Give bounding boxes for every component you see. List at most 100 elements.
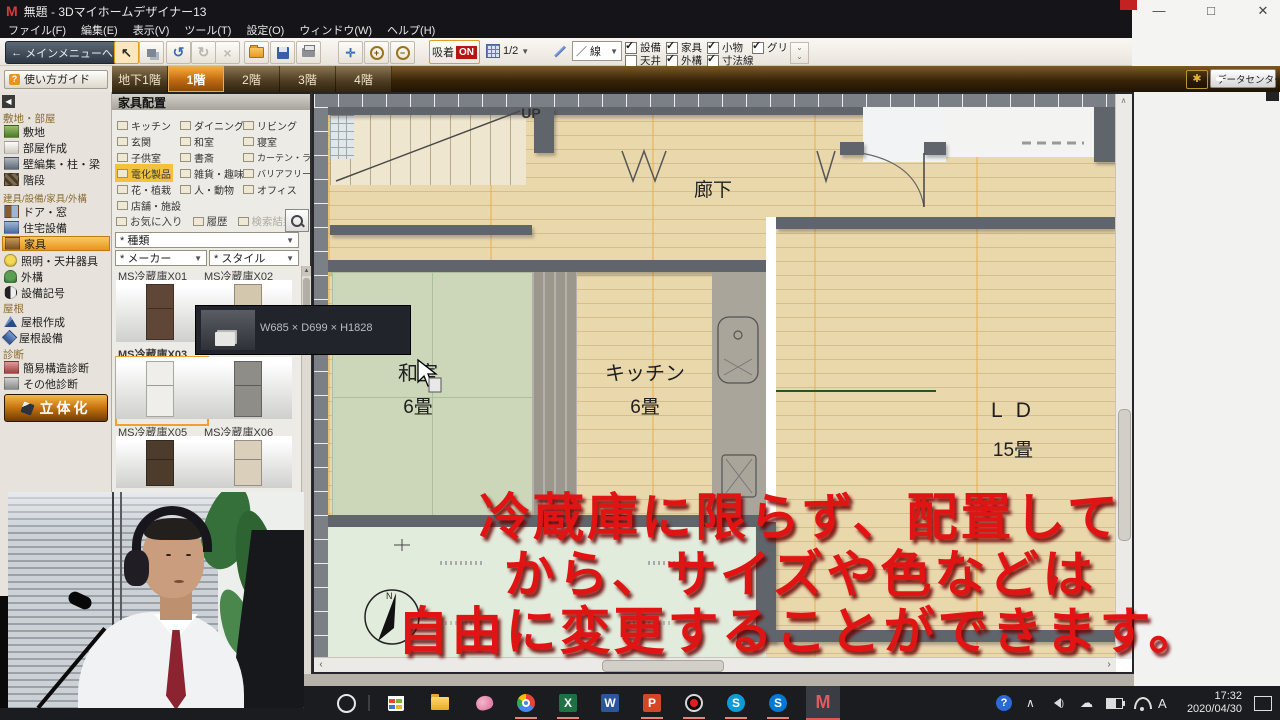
category-office[interactable]: オフィス	[243, 182, 297, 196]
sidebar-item-yane-sakusei[interactable]: 屋根作成	[2, 314, 110, 329]
menu-edit[interactable]: 編集(E)	[81, 22, 118, 38]
line-style-dropdown[interactable]: ／ 線 ▼	[572, 41, 622, 61]
zoom-in-button[interactable]: +	[364, 41, 389, 64]
category-kitchen[interactable]: キッチン	[117, 118, 171, 132]
open-file-button[interactable]	[244, 41, 269, 64]
taskbar-skype-business-button[interactable]: S	[766, 691, 790, 715]
taskbar-myhome-designer-button[interactable]: M	[806, 686, 840, 720]
taskbar-recorder-button[interactable]	[682, 691, 706, 715]
taskbar-store-button[interactable]	[384, 691, 408, 715]
maker-dropdown[interactable]: * メーカー▼	[115, 250, 207, 266]
taskbar-chrome-button[interactable]	[514, 691, 538, 715]
category-curtain[interactable]: カーテン・ラグ	[243, 150, 320, 164]
taskbar-excel-button[interactable]: X	[556, 691, 580, 715]
make-3d-button[interactable]: 立体化	[4, 394, 108, 422]
undo-button[interactable]: ↺	[166, 41, 191, 64]
grid-scale-dropdown[interactable]: 1/2 ▼	[486, 41, 538, 61]
tray-help-button[interactable]: ?	[996, 694, 1012, 712]
menu-tools[interactable]: ツール(T)	[184, 22, 231, 38]
category-shinshitsu[interactable]: 寝室	[243, 134, 277, 148]
floor-plan[interactable]: 廊下 UP 和室 6畳 キッチン 6畳 L D 15畳	[328, 107, 1120, 659]
scroll-left-arrow[interactable]: ‹	[314, 658, 328, 671]
sidebar-item-door-mado[interactable]: ドア・窓	[2, 204, 110, 219]
collapse-sidebar-button[interactable]: ◀	[2, 95, 15, 108]
sidebar-item-shomei[interactable]: 照明・天井器具	[2, 253, 110, 268]
search-button[interactable]	[285, 209, 309, 232]
category-washitsu[interactable]: 和室	[180, 134, 214, 148]
sidebar-item-jutaku-setsubi[interactable]: 住宅設備	[2, 220, 110, 235]
main-menu-button[interactable]: ← メインメニューへ	[5, 41, 119, 64]
wifi-icon[interactable]	[1134, 694, 1152, 712]
canvas-horizontal-scrollbar[interactable]: ‹ ›	[314, 657, 1116, 672]
category-hana[interactable]: 花・植栽	[117, 182, 171, 196]
category-living[interactable]: リビング	[243, 118, 297, 132]
product-thumbnail-x06[interactable]	[204, 436, 292, 488]
print-button[interactable]	[296, 41, 321, 64]
ime-indicator[interactable]: A	[1158, 694, 1167, 712]
category-genkan[interactable]: 玄関	[117, 134, 151, 148]
select-tool-button[interactable]: ↖	[114, 41, 139, 64]
sidebar-item-shikichi[interactable]: 敷地	[2, 124, 110, 139]
taskbar-skype-button[interactable]: S	[724, 691, 748, 715]
snap-toggle-button[interactable]: 吸着 ON	[429, 40, 480, 64]
battery-icon[interactable]	[1106, 694, 1123, 712]
measure-tool-icon[interactable]	[552, 44, 566, 58]
onedrive-icon[interactable]: ☁	[1080, 694, 1093, 712]
product-thumbnail-x03[interactable]	[116, 357, 204, 419]
sidebar-item-sonota-shindan[interactable]: その他診断	[2, 376, 110, 391]
kind-dropdown[interactable]: * 種類▼	[115, 232, 299, 248]
sidebar-item-kagu[interactable]: 家具	[2, 236, 110, 251]
sidebar-item-yane-setsubi[interactable]: 屋根設備	[2, 330, 110, 345]
toolbar-more-button[interactable]: ⌄⌄	[790, 42, 809, 64]
delete-button[interactable]: ×	[215, 41, 240, 64]
multi-select-button[interactable]	[139, 41, 164, 64]
sidebar-item-gaikou[interactable]: 外構	[2, 269, 110, 284]
taskbar-cortana-button[interactable]	[334, 691, 358, 715]
scrollbar-thumb[interactable]	[602, 660, 724, 672]
category-shosai[interactable]: 書斎	[180, 150, 214, 164]
save-button[interactable]	[270, 41, 295, 64]
category-zakka[interactable]: 雑貨・趣味	[180, 166, 244, 180]
taskbar-word-button[interactable]: W	[598, 691, 622, 715]
scroll-up-arrow[interactable]: ▲	[302, 266, 311, 276]
sidebar-item-kouzou-shindan[interactable]: 簡易構造診断	[2, 360, 110, 375]
menu-file[interactable]: ファイル(F)	[8, 22, 66, 38]
taskbar-clock[interactable]: 17:32 2020/04/30	[1187, 690, 1242, 716]
style-dropdown[interactable]: * スタイル▼	[209, 250, 299, 266]
menu-view[interactable]: 表示(V)	[133, 22, 170, 38]
taskbar-paint3d-button[interactable]	[472, 691, 496, 715]
sidebar-item-setsubi-kigou[interactable]: 設備記号	[2, 285, 110, 300]
sidebar-item-heya-sakusei[interactable]: 部屋作成	[2, 140, 110, 155]
category-denka-selected[interactable]: 電化製品	[117, 166, 171, 180]
filter-history[interactable]: 履歴	[193, 214, 228, 229]
menu-settings[interactable]: 設定(O)	[246, 22, 284, 38]
category-hito[interactable]: 人・動物	[180, 182, 234, 196]
tab-floor2[interactable]: 2階	[224, 66, 280, 92]
taskbar-explorer-button[interactable]	[428, 691, 452, 715]
category-barrierfree[interactable]: バリアフリー	[243, 166, 311, 180]
gear-icon[interactable]: ✱	[1186, 70, 1208, 89]
fit-view-button[interactable]: ✛	[338, 41, 363, 64]
scroll-right-arrow[interactable]: ›	[1102, 658, 1116, 671]
category-tenpo[interactable]: 店舗・施設	[117, 198, 181, 212]
maximize-button[interactable]: □	[1192, 2, 1230, 20]
filter-favorites[interactable]: お気に入り	[116, 214, 183, 229]
sidebar-item-kaidan[interactable]: 階段	[2, 172, 110, 187]
product-thumbnail-x05[interactable]	[116, 436, 204, 488]
sidebar-item-kabe-hashira[interactable]: 壁編集・柱・梁	[2, 156, 110, 171]
data-center-button[interactable]: データセンター	[1210, 69, 1276, 88]
category-dining[interactable]: ダイニング	[180, 118, 244, 132]
category-kodomo[interactable]: 子供室	[117, 150, 161, 164]
redo-button[interactable]: ↻	[191, 41, 216, 64]
tab-floor1[interactable]: 1階	[168, 66, 224, 92]
tray-chevron-button[interactable]: ∧	[1026, 694, 1035, 712]
product-thumbnail-x01[interactable]	[116, 280, 204, 342]
tab-floor3[interactable]: 3階	[280, 66, 336, 92]
taskbar-powerpoint-button[interactable]: P	[640, 691, 664, 715]
minimize-button[interactable]: —	[1140, 2, 1178, 20]
action-center-icon[interactable]	[1254, 696, 1272, 711]
scroll-up-arrow[interactable]: ∧	[1116, 94, 1131, 108]
zoom-out-button[interactable]: −	[390, 41, 415, 64]
usage-guide-button[interactable]: ? 使い方ガイド	[4, 70, 108, 89]
volume-icon[interactable]: )	[1054, 694, 1064, 712]
